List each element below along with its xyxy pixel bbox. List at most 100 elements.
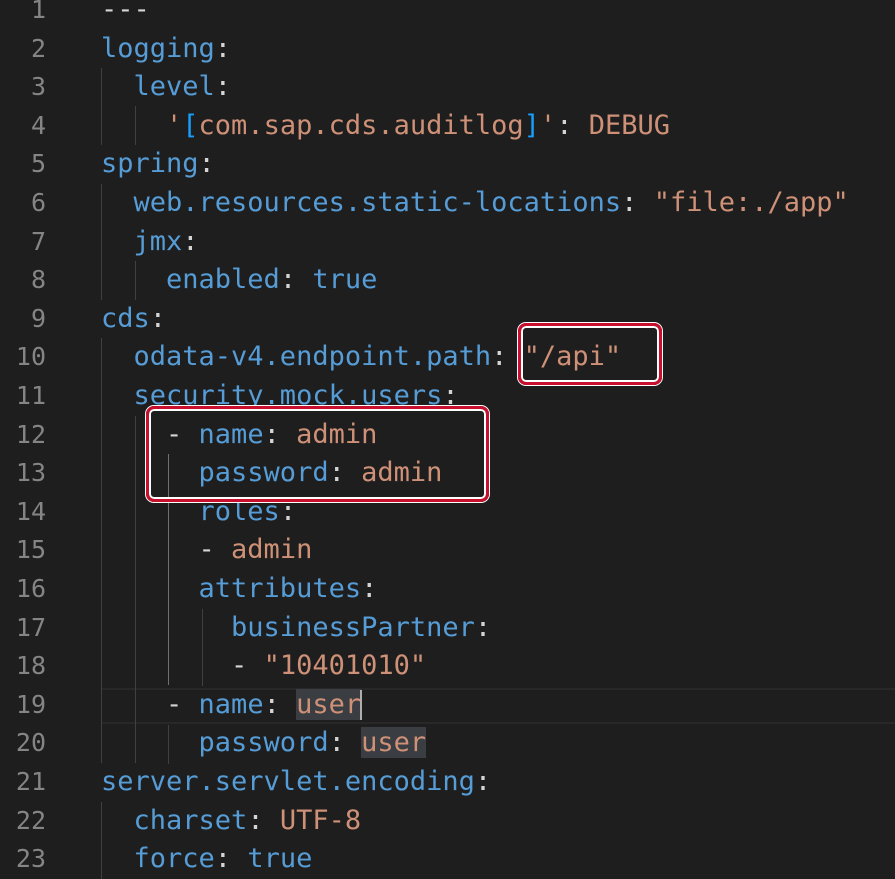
code-line[interactable]: 3 level: (0, 68, 895, 107)
code-token: level (101, 71, 215, 103)
line-number: 17 (15, 612, 46, 642)
code-text: charset: UTF-8 (101, 802, 362, 841)
code-token: : (149, 302, 167, 334)
code-line[interactable]: 15 - admin (0, 531, 895, 570)
code-token: UTF-8 (279, 804, 362, 836)
code-token: : (474, 611, 492, 643)
line-number: 13 (15, 458, 46, 488)
code-token: password (101, 727, 329, 759)
code-token: businessPartner (101, 611, 475, 643)
code-text: force: true (101, 840, 313, 879)
code-line[interactable]: 1 --- (0, 0, 895, 30)
code-token: enabled (101, 264, 280, 296)
code-text: - admin (101, 531, 313, 570)
code-token: : (556, 109, 589, 141)
code-token: cds (101, 302, 150, 334)
line-number: 16 (15, 574, 46, 603)
line-number: 23 (15, 844, 46, 874)
code-line[interactable]: 2 logging: (0, 30, 895, 69)
code-line[interactable]: 7 jmx: (0, 223, 895, 262)
code-token: : (247, 804, 280, 836)
code-token: ] (523, 109, 540, 141)
code-token: true (312, 264, 378, 296)
line-number: 21 (15, 767, 46, 796)
line-number: 11 (15, 381, 46, 410)
code-line[interactable]: 23 force: true (0, 840, 895, 879)
code-line[interactable]: 20 password: user (0, 724, 895, 763)
code-token: true (247, 843, 313, 875)
code-token: : (361, 573, 378, 604)
line-number: 19 (15, 689, 46, 719)
code-token: : (214, 71, 232, 103)
line-number: 20 (15, 728, 46, 758)
code-token: : (621, 187, 654, 218)
code-token: admin (231, 534, 313, 566)
line-number: 4 (30, 110, 46, 140)
code-line[interactable]: 19 - name: user (0, 686, 895, 725)
code-token: : (198, 148, 215, 180)
code-text: businessPartner: (101, 609, 491, 648)
line-number: 7 (30, 226, 46, 256)
code-text: spring: (101, 145, 215, 184)
code-text: --- (101, 0, 150, 30)
code-token: : (214, 32, 232, 64)
line-number: 2 (30, 33, 46, 63)
code-token: ' (101, 109, 183, 141)
line-number: 6 (30, 188, 46, 217)
code-line[interactable]: 21 server.servlet.encoding: (0, 763, 895, 802)
highlight-box-admin-credentials (146, 406, 489, 502)
highlight-box-api-path (518, 323, 662, 385)
code-line[interactable]: 22 charset: UTF-8 (0, 802, 895, 841)
code-token: - (101, 650, 264, 682)
code-line[interactable]: 18 - "10401010" (0, 647, 895, 686)
line-number: 22 (15, 805, 46, 835)
code-line[interactable]: 4 '[com.sap.cds.auditlog]': DEBUG (0, 107, 895, 146)
code-token: web.resources.static-locations (101, 187, 622, 218)
line-number: 8 (30, 265, 46, 295)
code-text: - name: user (101, 686, 363, 725)
code-text: enabled: true (101, 261, 377, 300)
code-text: - "10401010" (101, 647, 426, 686)
code-token: charset (101, 804, 248, 836)
code-line[interactable]: 10 odata-v4.endpoint.path: "/api" (0, 338, 895, 377)
code-token: odata-v4.endpoint.path (101, 341, 492, 373)
code-text: '[com.sap.cds.auditlog]': DEBUG (101, 107, 670, 146)
line-number: 10 (15, 342, 46, 372)
code-line[interactable]: 8 enabled: true (0, 261, 895, 300)
code-token: logging (101, 32, 215, 64)
code-token: [ (182, 109, 199, 141)
code-token: : (214, 843, 248, 875)
code-token: user (361, 727, 427, 759)
code-token: attributes (101, 573, 362, 604)
code-token: : (328, 727, 362, 759)
code-editor[interactable]: 1 --- 2 logging: 3 level: 4 '[com.sap.cds.aud… (0, 0, 895, 879)
code-token: : (182, 225, 199, 257)
code-token: "10401010" (263, 650, 427, 682)
code-line[interactable]: 16 attributes: (0, 570, 895, 609)
code-text: cds: (101, 300, 166, 339)
line-number: 15 (15, 535, 46, 565)
code-text: server.servlet.encoding: (101, 763, 491, 802)
code-token: ' (539, 109, 557, 141)
code-token: user (296, 688, 362, 720)
code-token: --- (101, 0, 150, 25)
line-number: 3 (30, 72, 46, 102)
code-token: jmx (101, 225, 183, 257)
line-number: 1 (30, 0, 46, 24)
line-number: 12 (15, 419, 46, 449)
code-token: DEBUG (588, 109, 670, 141)
code-line[interactable]: 5 spring: (0, 145, 895, 184)
code-token: - (101, 688, 199, 720)
code-line[interactable]: 9 cds: (0, 300, 895, 339)
code-text: jmx: (101, 223, 199, 262)
code-text: attributes: (101, 570, 378, 609)
code-line[interactable]: 17 businessPartner: (0, 609, 895, 648)
code-token: : (474, 766, 492, 797)
code-token: : (263, 688, 297, 720)
code-text: logging: (101, 30, 231, 69)
line-number: 18 (15, 651, 46, 681)
code-token: name (198, 688, 264, 720)
line-number: 9 (30, 303, 46, 333)
code-token: server.servlet.encoding (101, 766, 475, 797)
code-line[interactable]: 6 web.resources.static-locations: "file:… (0, 184, 895, 223)
